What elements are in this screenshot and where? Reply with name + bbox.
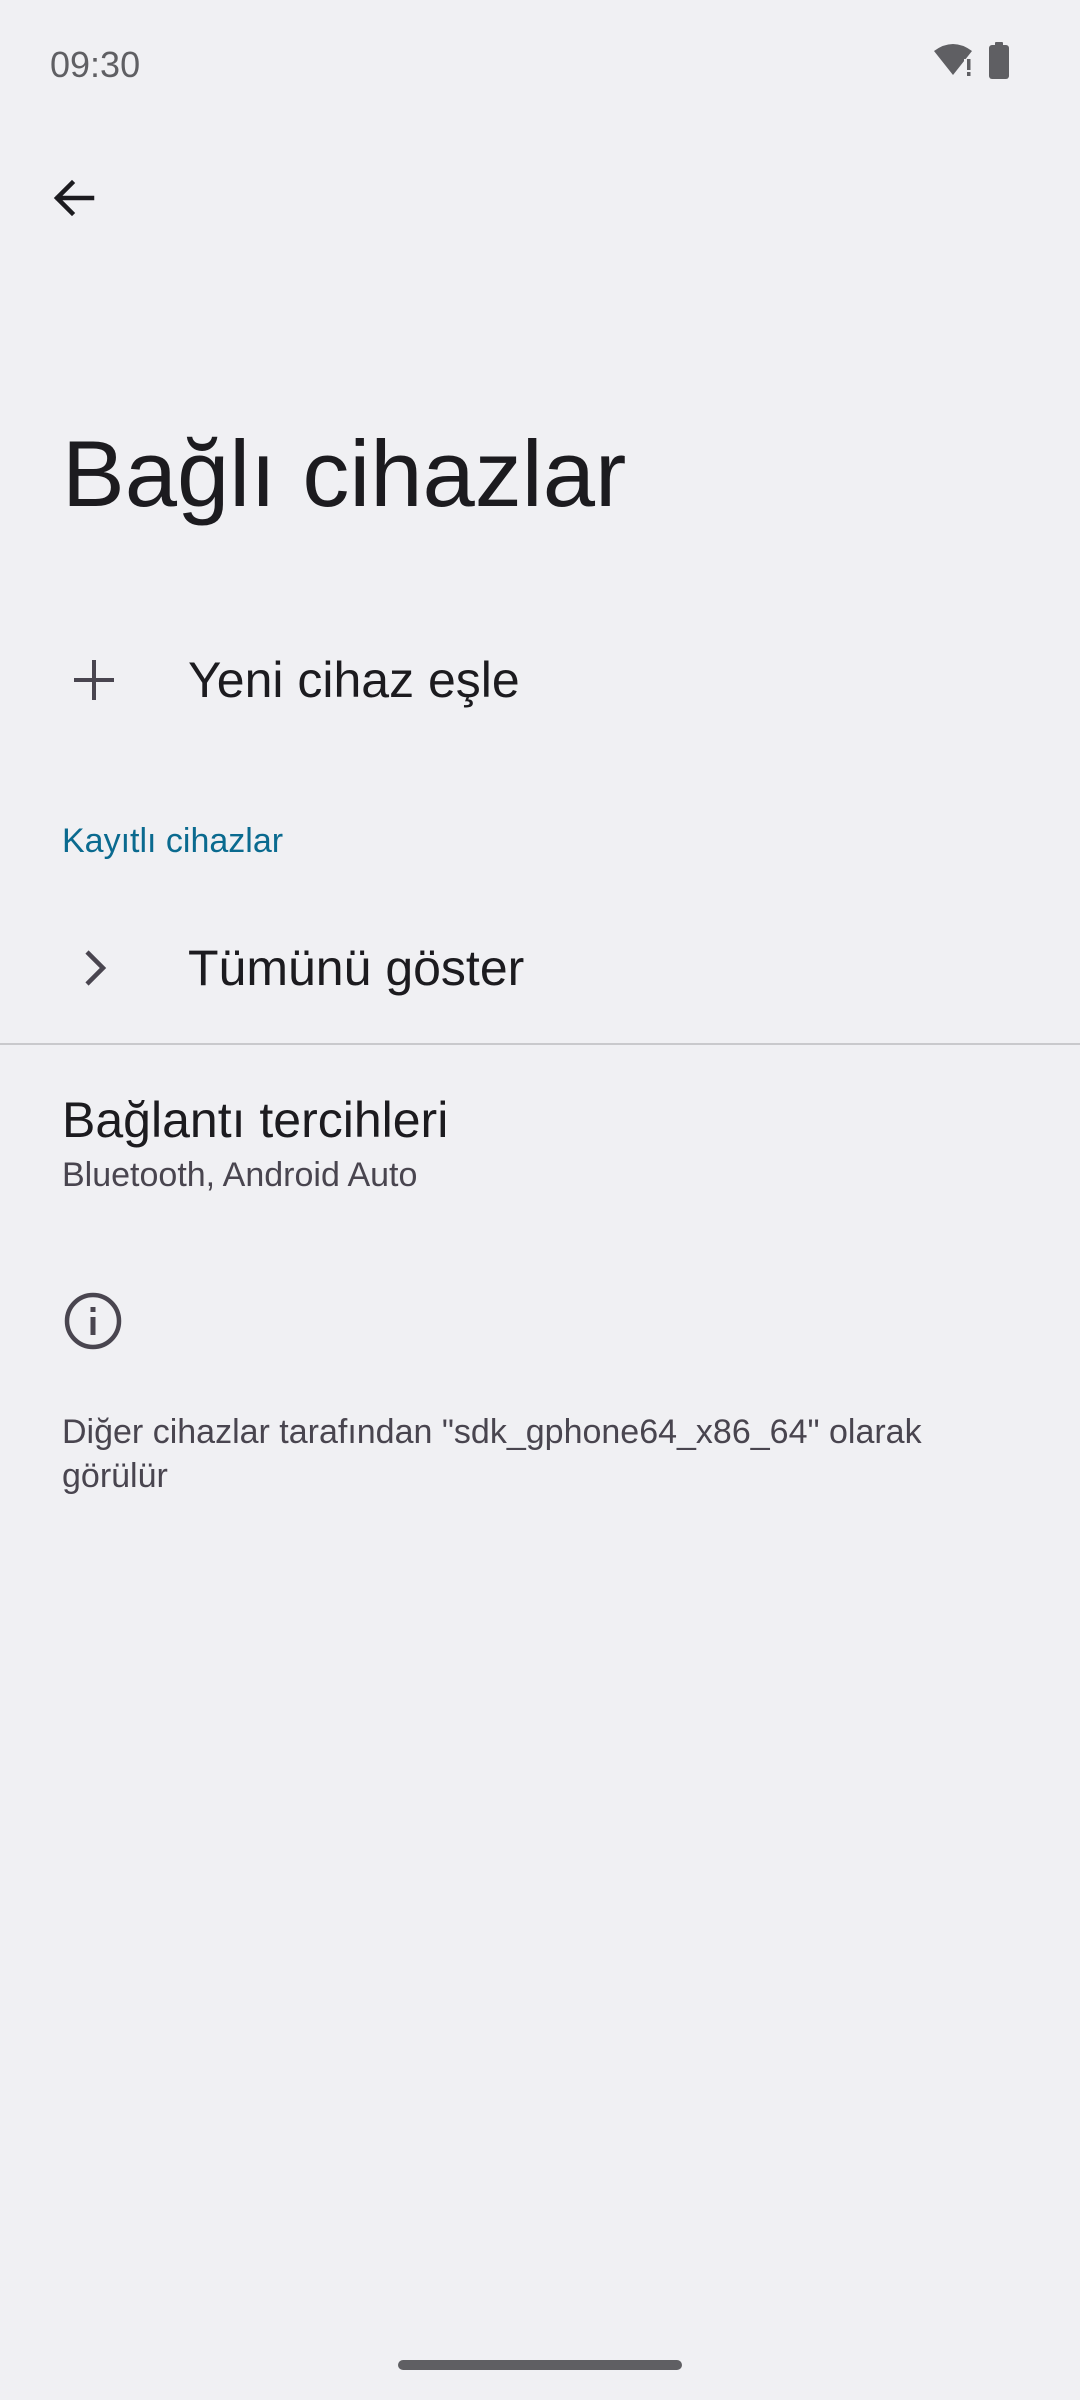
navigation-handle[interactable] <box>398 2360 682 2370</box>
pair-new-device-item[interactable]: Yeni cihaz eşle <box>0 630 1080 730</box>
status-bar: 09:30 <box>0 0 1080 130</box>
battery-icon <box>988 42 1010 85</box>
divider <box>0 1043 1080 1045</box>
connection-preferences-summary: Bluetooth, Android Auto <box>62 1156 418 1194</box>
arrow-back-icon <box>53 179 95 217</box>
device-visibility-text: Diğer cihazlar tarafından "sdk_gphone64_… <box>62 1413 922 1496</box>
status-icons <box>932 42 1010 85</box>
status-time: 09:30 <box>50 44 141 85</box>
show-all-item[interactable]: Tümünü göster <box>0 918 1080 1018</box>
connection-preferences-title: Bağlantı tercihleri <box>62 1092 449 1148</box>
pair-new-device-label: Yeni cihaz eşle <box>188 652 520 708</box>
connection-preferences-item[interactable]: Bağlantı tercihleri Bluetooth, Android A… <box>62 1090 1022 1195</box>
chevron-right-icon <box>62 936 126 1000</box>
page-title: Bağlı cihazlar <box>62 421 627 526</box>
back-button[interactable] <box>36 160 112 236</box>
show-all-label: Tümünü göster <box>188 940 525 996</box>
info-icon <box>62 1290 124 1352</box>
saved-devices-header: Kayıtlı cihazlar <box>62 822 284 860</box>
wifi-alert-icon <box>932 43 974 84</box>
plus-icon <box>62 648 126 712</box>
